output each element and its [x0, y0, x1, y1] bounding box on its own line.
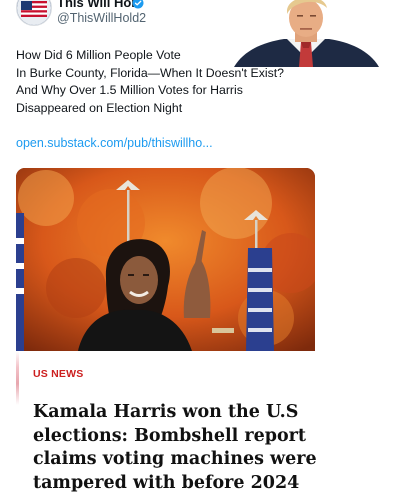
- headline-line: claims voting machines were: [33, 449, 317, 469]
- verified-badge-icon: [132, 0, 144, 9]
- article-card-photo[interactable]: [16, 168, 315, 351]
- tweet-text-line: Disappeared on Election Night: [16, 100, 183, 115]
- flag-avatar-image: [17, 0, 51, 25]
- user-handle[interactable]: @ThisWillHold2: [57, 11, 146, 25]
- tweet-text-line: And Why Over 1.5 Million Votes for Harri…: [16, 83, 243, 98]
- tweet-text-line: In Burke County, Florida—When It Doesn't…: [16, 65, 284, 80]
- headline-line: elections: Bombshell report: [33, 425, 306, 446]
- profile-avatar[interactable]: [16, 0, 52, 26]
- headline-line: tampered with before 2024: [33, 472, 300, 493]
- tweet-text: How Did 6 Million People Vote In Burke C…: [16, 47, 316, 117]
- article-image: [16, 168, 315, 351]
- display-name[interactable]: This Will Hold: [57, 0, 143, 10]
- tweet-text-line: How Did 6 Million People Vote: [16, 48, 181, 62]
- headline-line: Kamala Harris won the U.S: [33, 402, 299, 422]
- tweet-link[interactable]: open.substack.com/pub/thiswillho...: [16, 136, 213, 150]
- card-edge-accent: [16, 351, 19, 405]
- article-headline[interactable]: Kamala Harris won the U.S elections: Bom…: [33, 401, 393, 495]
- article-category-label[interactable]: US NEWS: [33, 368, 83, 380]
